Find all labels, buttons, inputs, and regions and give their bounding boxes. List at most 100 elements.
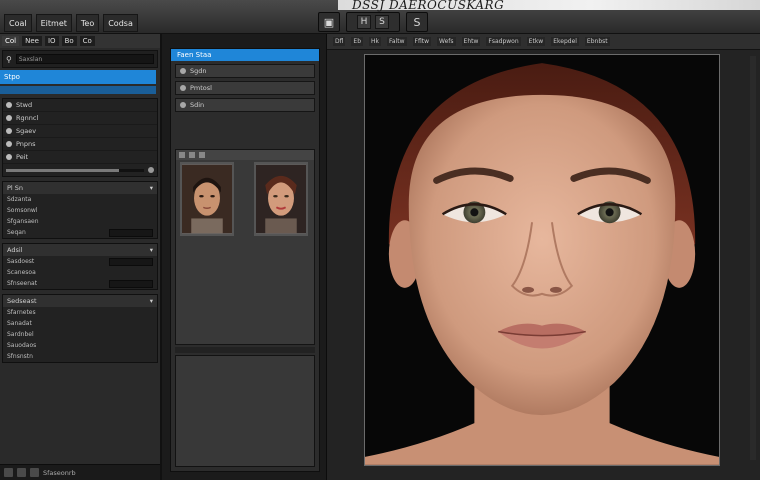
viewport-tool[interactable]: Hk (369, 37, 382, 46)
left-tabs: Col Nee IO Bo Co (0, 34, 160, 48)
visibility-icon[interactable] (6, 154, 12, 160)
property-row: Sardnbel (3, 329, 157, 340)
property-label: Sanadat (7, 320, 32, 327)
viewport-tool[interactable]: Ebnbst (584, 37, 610, 46)
visibility-icon[interactable] (6, 102, 12, 108)
asset-option-row[interactable]: Pmtosl (175, 81, 315, 95)
option-icon (180, 85, 186, 91)
asset-panel-header[interactable]: Faen Staa (171, 49, 319, 61)
section-title: Sedseast (7, 297, 37, 305)
portrait-render (365, 55, 719, 465)
viewport-tool[interactable]: Wefs (437, 37, 456, 46)
property-label: Sfgansaen (7, 218, 39, 225)
tab-bo[interactable]: Bo (61, 36, 77, 46)
tab-io[interactable]: IO (44, 36, 59, 46)
visibility-icon[interactable] (6, 128, 12, 134)
property-label: Sdzanta (7, 196, 32, 203)
layer-row[interactable]: Stwd (3, 99, 157, 112)
layer-row[interactable]: Sgaev (3, 125, 157, 138)
layer-list: Stwd Rgnncl Sgaev Pnpns Peit (2, 98, 158, 177)
menu-item-coal[interactable]: Coal (4, 14, 32, 32)
layer-label: Peit (16, 153, 29, 161)
window-title: DSSJ DAEROCUSKARG (352, 0, 505, 12)
section-header[interactable]: Sedseast ▾ (3, 295, 157, 307)
layer-label: Pnpns (16, 140, 36, 148)
thumb-tool-icon[interactable] (189, 152, 195, 158)
slider-fill (6, 168, 120, 172)
chevron-down-icon[interactable]: ▾ (150, 297, 153, 305)
properties-group-b: Adsil ▾ Sasdoest Scanesoa Sfnseenat (2, 243, 158, 290)
home-icon[interactable] (4, 468, 13, 477)
property-label: Sasdoest (7, 258, 35, 265)
face-thumbnail[interactable] (254, 162, 308, 236)
viewport-tool[interactable]: Ffltw (412, 37, 432, 46)
thumb-tool-icon[interactable] (199, 152, 205, 158)
property-row: Sanadat (3, 318, 157, 329)
property-row: Scanesoa (3, 267, 157, 278)
stamp-button[interactable]: S (406, 12, 428, 32)
tab-col[interactable]: Col (2, 36, 20, 46)
search-input[interactable]: Saxslan (15, 54, 154, 64)
slider-handle[interactable] (148, 167, 154, 173)
property-value-field[interactable] (109, 279, 153, 288)
lock-icon[interactable] (30, 468, 39, 477)
visibility-icon[interactable] (6, 141, 12, 147)
property-row: Somsonwl (3, 205, 157, 216)
layer-row[interactable]: Pnpns (3, 138, 157, 151)
opacity-slider[interactable] (3, 164, 157, 176)
menu-item-codsa[interactable]: Codsa (103, 14, 138, 32)
visibility-icon[interactable] (6, 115, 12, 121)
viewport-tool[interactable]: Ekepdel (551, 37, 579, 46)
thumb-tool-icon[interactable] (179, 152, 185, 158)
property-row: Sfgansaen (3, 216, 157, 227)
section-title: Pl Sn (7, 184, 24, 192)
viewport-tool[interactable]: Ehtw (461, 37, 481, 46)
asset-option-row[interactable]: Sgdn (175, 64, 315, 78)
section-header[interactable]: Pl Sn ▾ (3, 182, 157, 194)
selected-list-item[interactable]: Stpo (0, 70, 156, 84)
camera-icon[interactable]: ▣ (318, 12, 340, 32)
option-label: Pmtosl (190, 84, 212, 92)
property-row: Seqan (3, 227, 157, 238)
left-panel: Col Nee IO Bo Co ⚲ Saxslan Stpo Stwd Rgn… (0, 34, 162, 480)
tab-nee[interactable]: Nee (22, 36, 42, 46)
layer-row[interactable]: Peit (3, 151, 157, 164)
property-row: Sauodaos (3, 340, 157, 351)
chevron-down-icon[interactable]: ▾ (150, 184, 153, 192)
view-toggle-group[interactable]: H S (346, 12, 400, 32)
property-value-field[interactable] (109, 257, 153, 266)
viewport-tool[interactable]: Dfl (333, 37, 346, 46)
property-label: Sauodaos (7, 342, 37, 349)
option-label: Sgdn (190, 67, 207, 75)
menu-item-teo[interactable]: Teo (75, 14, 100, 32)
view-a-button[interactable]: H (357, 15, 371, 29)
grid-icon[interactable] (17, 468, 26, 477)
properties-group-a: Pl Sn ▾ Sdzanta Somsonwl Sfgansaen Seqan (2, 181, 158, 239)
property-value-field[interactable] (109, 228, 153, 237)
property-label: Sfnseenat (7, 280, 38, 287)
face-thumbnail[interactable] (180, 162, 234, 236)
view-b-button[interactable]: S (375, 15, 389, 29)
viewport-tool[interactable]: Etkw (526, 37, 546, 46)
section-header[interactable]: Adsil ▾ (3, 244, 157, 256)
viewport-tool[interactable]: Fsadpwon (486, 37, 521, 46)
viewport-tool[interactable]: Faltw (387, 37, 407, 46)
menu-item-eitmet[interactable]: Eitmet (35, 14, 72, 32)
tab-co[interactable]: Co (79, 36, 95, 46)
layer-row[interactable]: Rgnncl (3, 112, 157, 125)
property-label: Sfnsnstn (7, 353, 33, 360)
slider-track[interactable] (6, 168, 144, 172)
property-label: Somsonwl (7, 207, 38, 214)
chevron-down-icon[interactable]: ▾ (150, 246, 153, 254)
render-canvas[interactable] (364, 54, 720, 466)
viewport-tool[interactable]: Eb (351, 37, 364, 46)
option-icon (180, 68, 186, 74)
top-toolbar: ▣ H S S (318, 12, 428, 32)
property-row: Sfarnetes (3, 307, 157, 318)
layer-label: Sgaev (16, 127, 37, 135)
status-bar: Sfaseonrb (0, 464, 160, 480)
viewport-scrollbar[interactable] (750, 56, 756, 460)
panel-divider[interactable] (175, 347, 315, 353)
asset-option-row[interactable]: Sdin (175, 98, 315, 112)
thumbnail-toolbar (176, 150, 314, 160)
